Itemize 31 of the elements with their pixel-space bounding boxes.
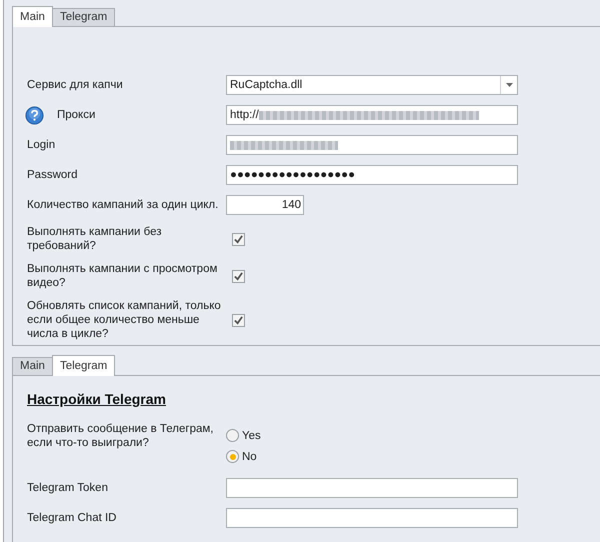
input-field[interactable]: ●●●●●●●●●●●●●●●●●●	[226, 165, 518, 185]
field-label: Сервис для капчи	[27, 78, 123, 92]
field-label: Прокси	[57, 108, 96, 122]
number-field[interactable]: 140	[226, 195, 304, 215]
radio-button[interactable]	[226, 429, 239, 442]
field-label: Количество кампаний за один цикл.	[27, 198, 218, 212]
field-label: Telegram Chat ID	[27, 511, 116, 525]
tab[interactable]: Telegram	[52, 355, 116, 376]
checkbox[interactable]	[232, 314, 245, 326]
field-label: Telegram Token	[27, 481, 108, 495]
section-heading: Настройки Telegram	[27, 391, 166, 407]
field-label: Выполнять кампании без требований?	[27, 225, 163, 253]
tab[interactable]: Main	[12, 6, 53, 27]
field-label: Login	[27, 138, 56, 152]
field-label: Отправить сообщение в Телеграм, если что-то выиграли?	[27, 422, 214, 450]
tab[interactable]: Telegram	[52, 8, 116, 26]
checkbox[interactable]	[232, 270, 245, 282]
tab[interactable]: Main	[12, 357, 53, 375]
checkbox[interactable]	[232, 232, 245, 246]
input-field[interactable]	[226, 135, 518, 155]
help-icon[interactable]	[25, 106, 44, 124]
field-label: Обновлять список кампаний, только если общее количество меньше числа в цикле?	[27, 299, 222, 341]
input-field[interactable]	[226, 478, 518, 498]
radio-label[interactable]: Yes	[242, 430, 261, 442]
input-field[interactable]: http://	[226, 105, 518, 125]
field-label: Выполнять кампании с просмотром видео?	[27, 262, 218, 290]
field-label: Password	[27, 168, 78, 182]
input-field[interactable]	[226, 508, 518, 528]
radio-button[interactable]	[226, 450, 239, 463]
captcha-service-dropdown[interactable]: RuCaptcha.dll	[226, 75, 518, 95]
radio-label[interactable]: No	[242, 450, 257, 462]
